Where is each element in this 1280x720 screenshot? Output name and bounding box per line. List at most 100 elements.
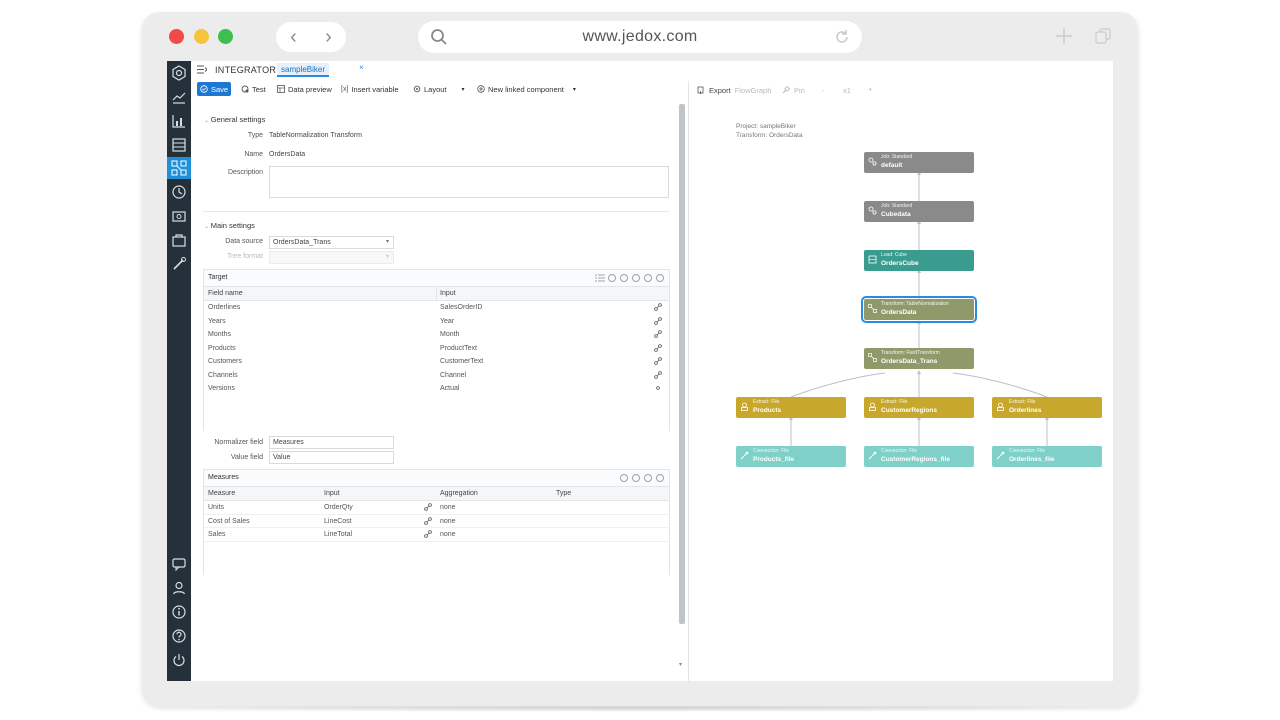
database-icon[interactable] bbox=[171, 137, 187, 153]
link-icon[interactable] bbox=[424, 530, 432, 538]
add-row-icon[interactable] bbox=[644, 474, 652, 482]
integrator-nav-item[interactable] bbox=[167, 157, 191, 179]
zoom-level[interactable]: x1 bbox=[843, 81, 851, 99]
link-icon[interactable] bbox=[654, 330, 662, 338]
info-icon[interactable] bbox=[171, 604, 187, 620]
table-row[interactable]: Months Month bbox=[204, 328, 669, 342]
menu-icon[interactable] bbox=[197, 65, 207, 74]
minimize-window-button[interactable] bbox=[194, 29, 209, 44]
input-cell[interactable]: LineTotal bbox=[324, 531, 352, 538]
back-icon[interactable]: ‹ bbox=[290, 22, 297, 52]
link-icon[interactable] bbox=[654, 357, 662, 365]
clear-icon[interactable] bbox=[656, 274, 664, 282]
table-row[interactable]: Customers CustomerText bbox=[204, 355, 669, 369]
table-row[interactable]: Orderlines SalesOrderID bbox=[204, 301, 669, 315]
flow-node-job[interactable]: Job: Standard Cubedata bbox=[864, 201, 974, 222]
link-icon[interactable] bbox=[424, 516, 432, 525]
column-header[interactable]: Input bbox=[324, 490, 340, 497]
insert-variable-button[interactable]: [x] Insert variable bbox=[341, 82, 399, 96]
general-settings-heading[interactable]: ⌄ General settings bbox=[204, 115, 265, 124]
input-cell[interactable]: CustomerText bbox=[440, 358, 483, 365]
column-header[interactable]: Field name bbox=[208, 290, 243, 297]
layout-button[interactable]: Layout ▾ bbox=[413, 82, 465, 96]
save-button[interactable]: Save bbox=[197, 82, 231, 96]
flow-node-load[interactable]: Load: Cube OrdersCube bbox=[864, 250, 974, 271]
power-icon[interactable] bbox=[171, 652, 187, 668]
new-linked-component-button[interactable]: New linked component ▾ bbox=[477, 82, 576, 96]
table-row[interactable]: Years Year bbox=[204, 315, 669, 329]
aggregation-cell[interactable]: none bbox=[440, 518, 456, 525]
move-up-icon[interactable] bbox=[620, 474, 628, 482]
link-icon[interactable] bbox=[654, 370, 662, 379]
list-icon[interactable] bbox=[595, 274, 605, 282]
input-cell[interactable]: Month bbox=[440, 331, 459, 338]
flow-node-extract[interactable]: Extract: File Orderlines bbox=[992, 397, 1102, 418]
table-row[interactable]: Units OrderQty none bbox=[204, 501, 669, 515]
description-field[interactable] bbox=[269, 166, 669, 198]
export-flowgraph-button[interactable]: Export FlowGraph bbox=[697, 81, 771, 99]
normalizer-field-input[interactable]: Measures bbox=[269, 436, 394, 449]
link-icon[interactable] bbox=[424, 503, 432, 511]
analytics-icon[interactable] bbox=[171, 89, 187, 105]
flow-node-extract[interactable]: Extract: File CustomerRegions bbox=[864, 397, 974, 418]
move-up-icon[interactable] bbox=[620, 274, 628, 282]
tab-sampleBiker[interactable]: sampleBiker bbox=[277, 63, 330, 77]
move-down-icon[interactable] bbox=[632, 274, 640, 282]
zoom-out-button[interactable]: - bbox=[822, 81, 825, 99]
column-header[interactable]: Aggregation bbox=[440, 490, 478, 497]
flow-node-connection[interactable]: Connection: File Products_file bbox=[736, 446, 846, 467]
flow-node-job[interactable]: Job: Standard default bbox=[864, 152, 974, 173]
flow-node-transform[interactable]: Transform: TableNormalization OrdersData bbox=[861, 296, 977, 323]
aggregation-cell[interactable]: none bbox=[440, 531, 456, 538]
flow-node-connection[interactable]: Connection: File CustomerRegions_file bbox=[864, 446, 974, 467]
reports-icon[interactable] bbox=[171, 113, 187, 129]
column-header[interactable]: Type bbox=[556, 490, 571, 497]
forward-icon[interactable]: › bbox=[325, 22, 332, 52]
input-cell[interactable]: ProductText bbox=[440, 345, 477, 352]
column-header[interactable]: Measure bbox=[208, 490, 235, 497]
input-cell[interactable]: SalesOrderID bbox=[440, 304, 482, 311]
test-button[interactable]: Test bbox=[241, 82, 266, 96]
tools-icon[interactable] bbox=[171, 256, 187, 272]
add-row-icon[interactable] bbox=[644, 274, 652, 282]
flow-node-connection[interactable]: Connection: File Orderlines_file bbox=[992, 446, 1102, 467]
input-cell[interactable]: LineCost bbox=[324, 518, 352, 525]
maximize-window-button[interactable] bbox=[218, 29, 233, 44]
move-down-icon[interactable] bbox=[632, 474, 640, 482]
table-row[interactable]: Products ProductText bbox=[204, 342, 669, 356]
table-row[interactable]: Sales LineTotal none bbox=[204, 528, 669, 542]
main-settings-heading[interactable]: ⌄ Main settings bbox=[204, 221, 255, 230]
input-cell[interactable]: Actual bbox=[440, 385, 459, 392]
scroll-down-icon[interactable]: ▾ bbox=[679, 661, 682, 668]
flow-node-extract[interactable]: Extract: File Products bbox=[736, 397, 846, 418]
input-cell[interactable]: Channel bbox=[440, 372, 466, 379]
chevron-down-icon[interactable]: ▾ bbox=[869, 81, 872, 99]
data-preview-button[interactable]: Data preview bbox=[277, 82, 332, 96]
address-bar[interactable]: www.jedox.com bbox=[418, 21, 862, 53]
data-source-select[interactable]: OrdersData_Trans ▾ bbox=[269, 236, 394, 249]
close-window-button[interactable] bbox=[169, 29, 184, 44]
table-row[interactable]: Cost of Sales LineCost none bbox=[204, 515, 669, 528]
scheduler-icon[interactable] bbox=[171, 184, 187, 200]
remove-row-icon[interactable] bbox=[608, 274, 616, 282]
editor-scrollbar[interactable] bbox=[679, 104, 685, 624]
tree-format-select[interactable]: ▾ bbox=[269, 251, 394, 264]
link-icon[interactable] bbox=[654, 303, 662, 311]
value-field-input[interactable]: Value bbox=[269, 451, 394, 464]
marketplace-icon[interactable] bbox=[171, 232, 187, 248]
column-header[interactable]: Input bbox=[440, 290, 456, 297]
models-icon[interactable] bbox=[171, 208, 187, 224]
link-icon[interactable] bbox=[654, 343, 662, 352]
table-row[interactable]: Versions Actual bbox=[204, 382, 669, 396]
input-cell[interactable]: Year bbox=[440, 318, 454, 325]
table-row[interactable]: Channels Channel bbox=[204, 369, 669, 383]
hexagon-logo-icon[interactable] bbox=[171, 65, 187, 81]
dot-icon[interactable] bbox=[654, 384, 662, 392]
help-icon[interactable] bbox=[171, 628, 187, 644]
aggregation-cell[interactable]: none bbox=[440, 504, 456, 511]
tab-close-icon[interactable]: × bbox=[359, 63, 364, 72]
new-tab-icon[interactable] bbox=[1055, 27, 1073, 45]
pin-button[interactable]: Pin bbox=[782, 81, 805, 99]
tabs-overview-icon[interactable] bbox=[1095, 28, 1111, 44]
user-icon[interactable] bbox=[171, 580, 187, 596]
